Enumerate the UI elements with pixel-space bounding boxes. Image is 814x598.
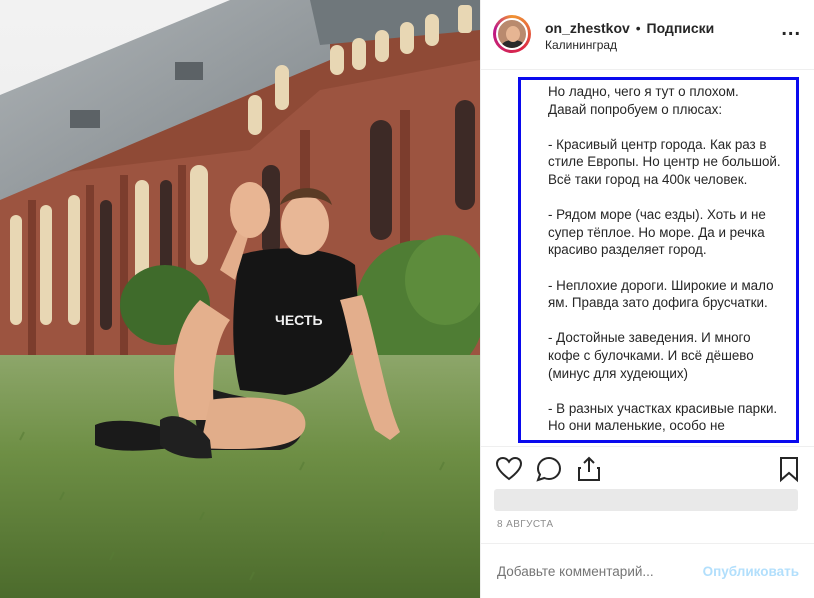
likes-placeholder bbox=[494, 489, 798, 511]
avatar[interactable] bbox=[496, 18, 528, 50]
header-separator: • bbox=[635, 20, 641, 36]
location-link[interactable]: Калининград bbox=[545, 38, 617, 52]
comment-input[interactable] bbox=[497, 564, 687, 579]
header-user-line: on_zhestkov • Подписки bbox=[545, 20, 714, 36]
username-link[interactable]: on_zhestkov bbox=[545, 20, 630, 36]
caption-highlight-box: Но ладно, чего я тут о плохом. Давай поп… bbox=[518, 77, 799, 443]
more-options-button[interactable]: ... bbox=[781, 18, 801, 41]
bookmark-icon[interactable] bbox=[775, 455, 803, 483]
post-header: on_zhestkov • Подписки Калининград ... bbox=[481, 0, 814, 70]
avatar-story-ring[interactable] bbox=[493, 15, 531, 53]
action-bar bbox=[481, 446, 814, 493]
comment-bar: Опубликовать bbox=[481, 543, 814, 598]
photo-image: ЧЕСТЬ bbox=[0, 0, 480, 598]
publish-button[interactable]: Опубликовать bbox=[703, 564, 799, 579]
post-photo[interactable]: ЧЕСТЬ bbox=[0, 0, 480, 598]
post-date[interactable]: 8 АВГУСТА bbox=[497, 519, 553, 530]
comment-icon[interactable] bbox=[535, 455, 563, 483]
post-side-panel: on_zhestkov • Подписки Калининград ... Н… bbox=[480, 0, 814, 598]
post-caption: Но ладно, чего я тут о плохом. Давай поп… bbox=[548, 84, 781, 434]
share-icon[interactable] bbox=[575, 455, 603, 483]
heart-icon[interactable] bbox=[495, 455, 523, 483]
shirt-print: ЧЕСТЬ bbox=[275, 312, 323, 328]
follow-status-button[interactable]: Подписки bbox=[647, 20, 715, 36]
